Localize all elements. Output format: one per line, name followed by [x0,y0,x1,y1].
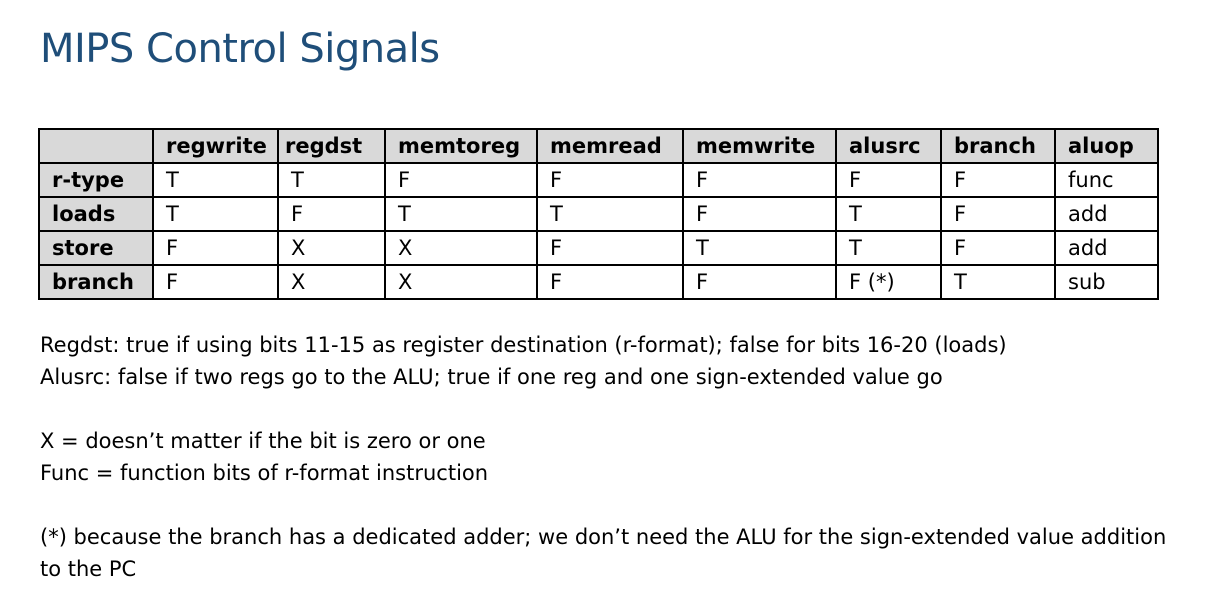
table-cell: F [940,196,1056,232]
table-cell: T [940,264,1056,300]
table-cell: add [1054,230,1159,266]
table-cell: F [835,162,942,198]
table-cell: T [835,196,942,232]
note-regdst: Regdst: true if using bits 11-15 as regi… [40,333,1007,357]
table-cell: F [384,162,538,198]
table-cell: T [152,196,279,232]
corner-cell [38,128,154,164]
note-x-meaning: X = doesn’t matter if the bit is zero or… [40,429,486,453]
row-header-branch: branch [38,264,154,300]
table-cell: F [536,162,684,198]
table-cell: T [536,196,684,232]
table-cell: F [536,264,684,300]
column-header-regdst: regdst [277,128,386,164]
column-header-memwrite: memwrite [682,128,837,164]
table-cell: X [384,230,538,266]
column-header-alusrc: alusrc [835,128,942,164]
table-cell: T [682,230,837,266]
table-cell: F [152,230,279,266]
table-cell: F [152,264,279,300]
table-cell: X [384,264,538,300]
table-cell: T [152,162,279,198]
table-cell: X [277,264,386,300]
column-header-regwrite: regwrite [152,128,279,164]
column-header-memtoreg: memtoreg [384,128,538,164]
notes-section: Regdst: true if using bits 11-15 as regi… [40,329,1170,585]
table-cell: F [277,196,386,232]
table-cell: F [940,230,1056,266]
note-alusrc: Alusrc: false if two regs go to the ALU;… [40,365,943,389]
row-header-r-type: r-type [38,162,154,198]
row-header-loads: loads [38,196,154,232]
table-cell: sub [1054,264,1159,300]
table-row: r-type T T F F F F F func [38,162,1159,198]
table-cell: T [384,196,538,232]
table-cell: T [835,230,942,266]
row-header-store: store [38,230,154,266]
table-cell: F [682,264,837,300]
page-title: MIPS Control Signals [40,26,440,72]
table-cell: F [682,196,837,232]
column-header-aluop: aluop [1054,128,1159,164]
table-row: loads T F T T F T F add [38,196,1159,232]
note-func-meaning: Func = function bits of r-format instruc… [40,461,489,485]
table-cell: X [277,230,386,266]
table-cell: F [536,230,684,266]
column-header-memread: memread [536,128,684,164]
control-signals-table: regwrite regdst memtoreg memread memwrit… [38,128,1159,300]
table-cell: F [940,162,1056,198]
column-header-branch: branch [940,128,1056,164]
table-row: branch F X X F F F (*) T sub [38,264,1159,300]
table-cell: F (*) [835,264,942,300]
table-header-row: regwrite regdst memtoreg memread memwrit… [38,128,1159,164]
table-cell: add [1054,196,1159,232]
note-footnote: (*) because the branch has a dedicated a… [40,525,1167,581]
table-row: store F X X F T T F add [38,230,1159,266]
table-cell: F [682,162,837,198]
table-cell: T [277,162,386,198]
table-cell: func [1054,162,1159,198]
